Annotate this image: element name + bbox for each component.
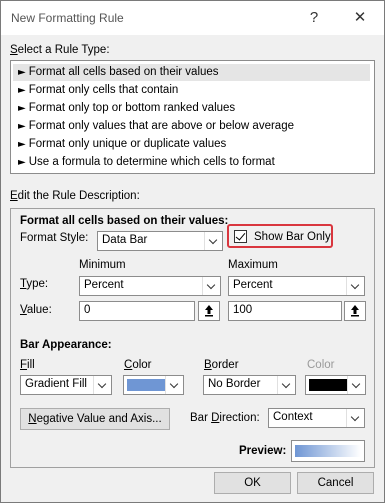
rule-type-label-text: elect a Rule Type: — [17, 44, 110, 56]
border-color-picker[interactable] — [305, 375, 366, 395]
show-bar-only-label: Show Bar Only — [254, 231, 331, 243]
upload-arrow-icon — [351, 305, 359, 317]
chevron-down-icon — [277, 376, 295, 394]
chevron-down-icon — [93, 376, 111, 394]
maximum-value-text: 100 — [233, 304, 253, 316]
checkmark-icon — [235, 230, 246, 241]
dialog-title: New Formatting Rule — [11, 11, 124, 25]
new-formatting-rule-dialog: New Formatting Rule ? ✕ Select a Rule Ty… — [0, 0, 385, 503]
maximum-type-value: Percent — [233, 279, 273, 291]
minimum-type-value: Percent — [84, 279, 124, 291]
bar-direction-label: Bar Direction: — [190, 412, 260, 424]
rule-type-label: Select a Rule Type: — [10, 44, 110, 56]
border-label: Border — [204, 359, 239, 371]
maximum-label: Maximum — [228, 259, 278, 271]
maximum-value-input[interactable]: 100 — [228, 301, 342, 321]
maximum-type-select[interactable]: Percent — [228, 276, 365, 296]
minimum-value-input[interactable]: 0 — [79, 301, 195, 321]
chevron-down-icon — [165, 376, 183, 394]
format-style-select[interactable]: Data Bar — [97, 231, 223, 251]
rule-description-panel: Format all cells based on their values: … — [10, 208, 375, 468]
arrow-icon: ► — [18, 121, 26, 132]
chevron-down-icon — [346, 277, 364, 295]
bar-appearance-label: Bar Appearance: — [20, 339, 112, 351]
border-color-label: Color — [307, 359, 335, 371]
rule-type-item[interactable]: ► Format only top or bottom ranked values — [13, 100, 370, 117]
rule-type-item[interactable]: ► Format all cells based on their values — [13, 64, 370, 81]
arrow-icon: ► — [18, 67, 26, 78]
maximum-range-picker-button[interactable] — [344, 301, 366, 321]
minimum-value-text: 0 — [84, 304, 91, 316]
cancel-button[interactable]: Cancel — [297, 472, 374, 494]
border-type-value: No Border — [208, 378, 261, 390]
help-button[interactable]: ? — [302, 7, 326, 29]
negative-value-axis-button[interactable]: Negative Value and Axis... — [20, 408, 170, 430]
format-style-label: Format Style: — [20, 232, 89, 244]
rule-type-list[interactable]: ► Format all cells based on their values … — [10, 60, 375, 174]
preview-label: Preview: — [239, 445, 287, 457]
chevron-down-icon — [347, 376, 365, 394]
fill-color-swatch — [127, 379, 165, 391]
upload-arrow-icon — [205, 305, 213, 317]
chevron-down-icon — [346, 409, 364, 427]
value-label: Value: — [20, 304, 52, 316]
arrow-icon: ► — [18, 139, 26, 150]
format-style-value: Data Bar — [102, 234, 148, 246]
arrow-icon: ► — [18, 85, 26, 96]
fill-color-label: Color — [124, 359, 152, 371]
rule-type-item[interactable]: ► Format only unique or duplicate values — [13, 136, 370, 153]
fill-label: Fill — [20, 359, 35, 371]
fill-type-value: Gradient Fill — [25, 378, 87, 390]
fill-type-select[interactable]: Gradient Fill — [20, 375, 112, 395]
close-button[interactable]: ✕ — [348, 7, 372, 29]
description-heading: Format all cells based on their values: — [20, 215, 229, 227]
title-bar: New Formatting Rule ? ✕ — [1, 1, 384, 35]
minimum-type-select[interactable]: Percent — [79, 276, 221, 296]
show-bar-only-checkbox[interactable] — [234, 230, 247, 243]
minimum-range-picker-button[interactable] — [198, 301, 220, 321]
arrow-icon: ► — [18, 157, 26, 168]
bar-direction-select[interactable]: Context — [268, 408, 365, 428]
bar-direction-value: Context — [273, 411, 313, 423]
chevron-down-icon — [204, 232, 222, 250]
rule-type-item[interactable]: ► Format only values that are above or be… — [13, 118, 370, 135]
border-color-swatch — [309, 379, 347, 391]
rule-type-item[interactable]: ► Format only cells that contain — [13, 82, 370, 99]
rule-type-item[interactable]: ► Use a formula to determine which cells … — [13, 154, 370, 171]
type-label: Type: — [20, 278, 49, 290]
chevron-down-icon — [202, 277, 220, 295]
fill-color-picker[interactable] — [123, 375, 184, 395]
border-type-select[interactable]: No Border — [203, 375, 296, 395]
preview-box — [291, 440, 365, 462]
arrow-icon: ► — [18, 103, 26, 114]
rule-description-label: Edit the Rule Description: — [10, 190, 140, 202]
minimum-label: Minimum — [79, 259, 126, 271]
preview-data-bar — [295, 445, 361, 457]
ok-button[interactable]: OK — [214, 472, 291, 494]
